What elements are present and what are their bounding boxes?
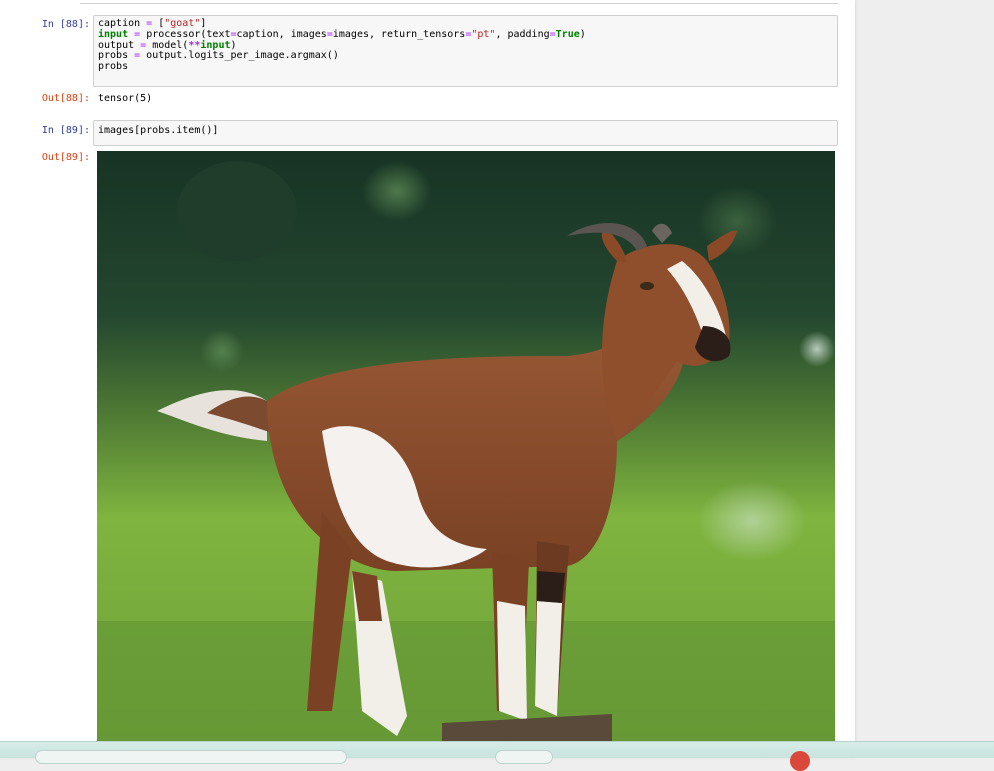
taskbar-app-button[interactable] — [495, 750, 553, 764]
taskbar — [0, 741, 994, 771]
notebook-page: In [88]: caption = ["goat"] input = proc… — [0, 0, 855, 757]
out-prompt-89: Out[89]: — [41, 152, 90, 163]
code-line-1: images[probs.item()] — [98, 125, 219, 136]
taskbar-app-icon[interactable] — [790, 751, 810, 771]
previous-cell-border — [80, 0, 838, 4]
goat-photo-output — [97, 151, 835, 741]
code-line-5: probs — [98, 61, 129, 73]
code-line-4: probs = output.logits_per_image.argmax() — [98, 50, 339, 62]
in-prompt-88: In [88]: — [41, 19, 90, 30]
output-text-88: tensor(5) — [98, 93, 153, 104]
code-cell-88[interactable]: caption = ["goat"] input = processor(tex… — [93, 15, 838, 87]
taskbar-search-box[interactable] — [35, 750, 347, 764]
goat-photo — [97, 151, 835, 741]
out-prompt-88: Out[88]: — [41, 93, 90, 104]
code-cell-89[interactable]: images[probs.item()] — [93, 120, 838, 146]
in-prompt-89: In [89]: — [41, 125, 90, 136]
